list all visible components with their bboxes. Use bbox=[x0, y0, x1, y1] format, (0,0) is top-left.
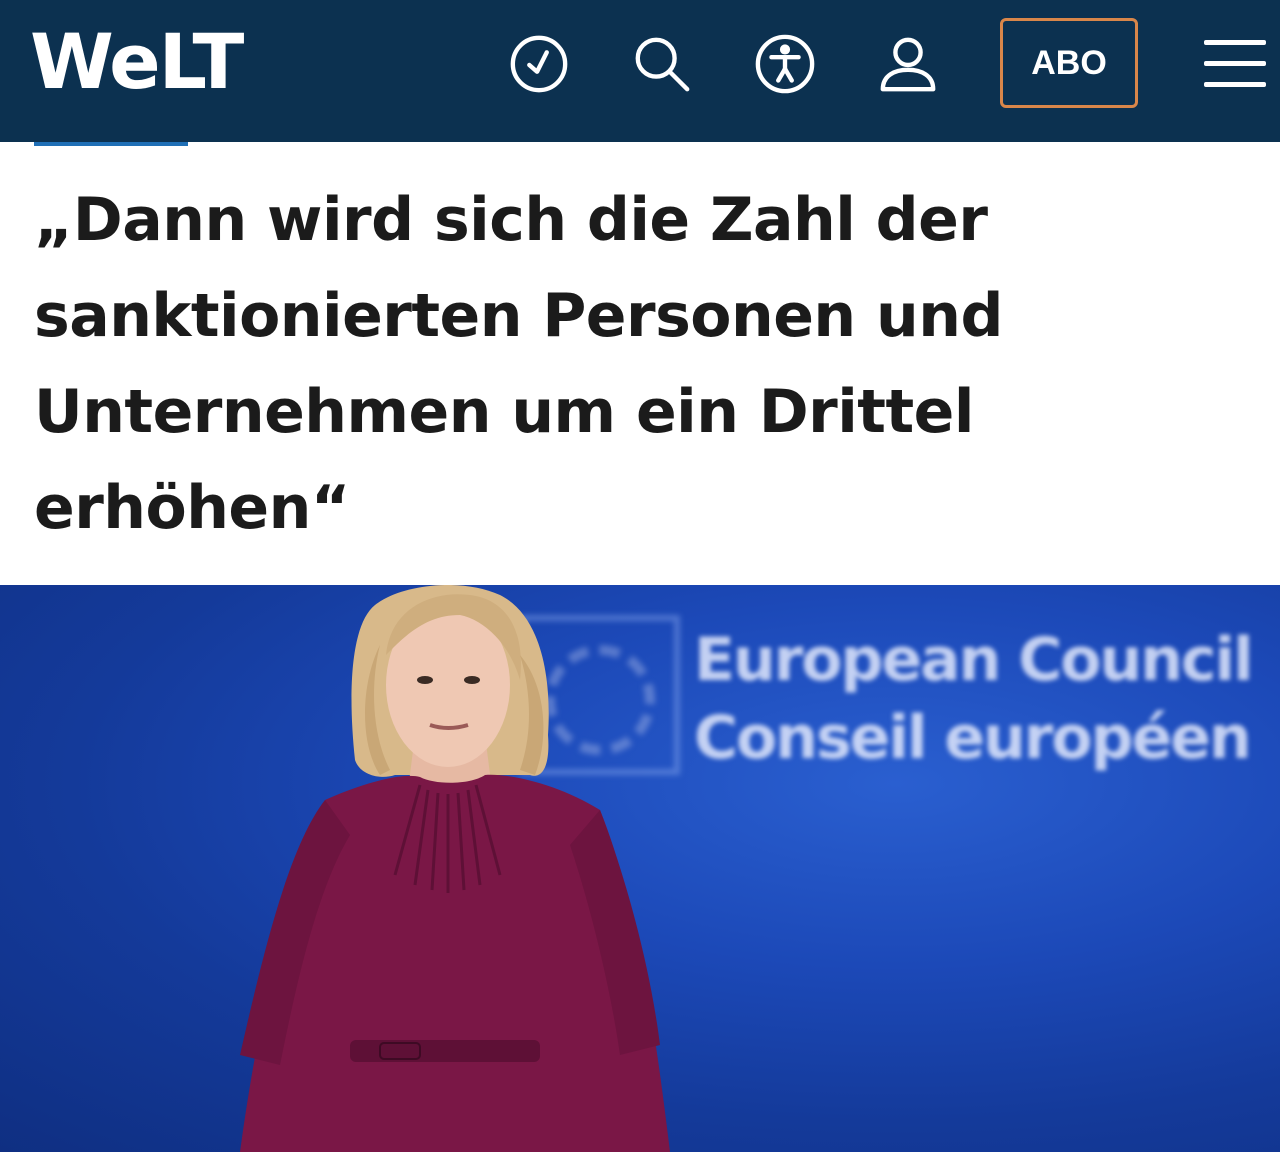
person-figure bbox=[240, 585, 670, 1152]
headline-line: Unternehmen um ein Drittel bbox=[34, 377, 974, 447]
section-accent-bar bbox=[34, 142, 188, 146]
menu-icon[interactable] bbox=[1204, 36, 1270, 92]
menu-icon-bar bbox=[1204, 61, 1266, 66]
search-icon[interactable] bbox=[630, 32, 694, 96]
menu-icon-bar bbox=[1204, 40, 1266, 45]
article-headline: „Dann wird sich die Zahl der sanktionier… bbox=[34, 172, 1044, 556]
headline-line: „Dann wird sich die Zahl der bbox=[34, 185, 988, 255]
accessibility-icon[interactable] bbox=[753, 32, 817, 96]
article-photo[interactable]: European Council Conseil européen bbox=[0, 585, 1280, 1152]
headline-line: erhöhen“ bbox=[34, 473, 350, 543]
user-icon[interactable] bbox=[876, 32, 940, 96]
backdrop-text-en: European Council bbox=[694, 625, 1254, 695]
welt-logo[interactable]: WeLT bbox=[30, 22, 270, 102]
headline-line: sanktionierten Personen und bbox=[34, 281, 1003, 351]
site-header: WeLT ABO bbox=[0, 0, 1280, 142]
clock-icon[interactable] bbox=[507, 32, 571, 96]
backdrop-text-fr: Conseil européen bbox=[694, 703, 1252, 773]
abo-button[interactable]: ABO bbox=[1000, 18, 1138, 108]
menu-icon-bar bbox=[1204, 82, 1266, 87]
